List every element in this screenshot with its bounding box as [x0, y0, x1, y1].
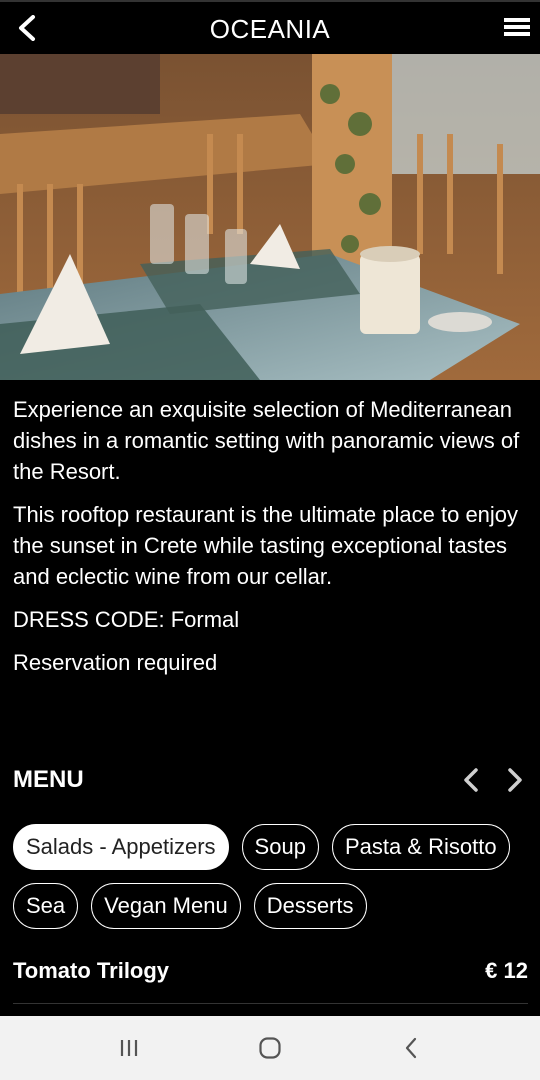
recents-button[interactable] — [114, 1034, 144, 1062]
home-icon — [259, 1037, 281, 1059]
chip-desserts[interactable]: Desserts — [253, 883, 367, 929]
chevron-right-icon — [508, 768, 522, 792]
page-title: OCEANIA — [209, 14, 331, 44]
system-back-button[interactable] — [396, 1034, 426, 1062]
chip-vegan-menu[interactable]: Vegan Menu — [91, 883, 241, 929]
chip-pasta-risotto[interactable]: Pasta & Risotto — [331, 824, 510, 870]
home-button[interactable] — [255, 1034, 285, 1062]
chip-salads-appetizers[interactable]: Salads - Appetizers — [13, 824, 229, 870]
hamburger-icon — [504, 18, 530, 22]
back-icon — [405, 1037, 417, 1059]
menu-header: MENU — [13, 762, 528, 798]
app-header: OCEANIA — [0, 0, 540, 54]
reservation-note: Reservation required — [13, 650, 218, 675]
menu-item-price: € 12 — [485, 958, 528, 983]
hero-image — [0, 54, 540, 380]
menu-carousel-arrows — [458, 766, 528, 794]
restaurant-photo — [0, 54, 540, 380]
chevron-left-icon — [464, 768, 478, 792]
dress-code: DRESS CODE: Formal — [13, 607, 240, 632]
menu-next-button[interactable] — [502, 766, 528, 794]
chip-soup[interactable]: Soup — [241, 824, 319, 870]
system-nav-bar — [0, 1016, 540, 1080]
menu-category-chips: Salads - Appetizers Soup Pasta & Risotto… — [13, 824, 533, 942]
chip-sea[interactable]: Sea — [13, 883, 79, 929]
menu-label: MENU — [13, 766, 84, 793]
menu-item-name: Tomato Trilogy — [13, 958, 170, 983]
description-paragraph: This rooftop restaurant is the ultimate … — [13, 502, 519, 589]
description-paragraph: Experience an exquisite selection of Med… — [13, 397, 520, 484]
menu-item[interactable]: Tomato Trilogy € 12 — [13, 948, 528, 1004]
hamburger-menu-button[interactable] — [504, 14, 530, 40]
restaurant-description: Experience an exquisite selection of Med… — [13, 394, 528, 690]
recents-icon — [120, 1040, 138, 1056]
menu-prev-button[interactable] — [458, 766, 484, 794]
